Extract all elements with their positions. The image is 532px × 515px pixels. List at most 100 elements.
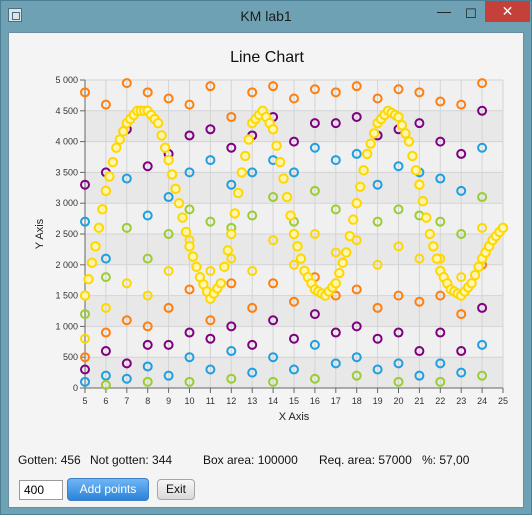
curve-point bbox=[431, 253, 443, 264]
x-tick-label: 9 bbox=[166, 396, 171, 406]
not-gotten-stat: Not gotten: 344 bbox=[90, 453, 173, 467]
x-tick-label: 14 bbox=[268, 396, 278, 406]
curve-point bbox=[233, 187, 244, 199]
x-tick-label: 18 bbox=[352, 396, 362, 406]
curve-point bbox=[173, 198, 185, 209]
x-tick-label: 25 bbox=[498, 396, 508, 406]
x-tick-label: 15 bbox=[289, 396, 299, 406]
y-tick-label: 0 bbox=[73, 383, 78, 393]
x-tick-label: 22 bbox=[435, 396, 445, 406]
y-tick-label: 4 000 bbox=[55, 137, 78, 147]
maximize-button[interactable]: ☐ bbox=[458, 5, 484, 23]
x-tick-label: 24 bbox=[477, 396, 487, 406]
curve-point bbox=[281, 191, 293, 203]
gotten-stat: Gotten: 456 bbox=[18, 453, 81, 467]
x-tick-label: 16 bbox=[310, 396, 320, 406]
curve-point bbox=[222, 245, 234, 256]
x-tick-label: 13 bbox=[247, 396, 257, 406]
x-tick-label: 21 bbox=[414, 396, 424, 406]
curve-point bbox=[170, 183, 181, 195]
curve-point bbox=[337, 257, 348, 268]
curve-point bbox=[184, 241, 195, 252]
exit-button[interactable]: Exit bbox=[157, 479, 195, 500]
curve-point bbox=[236, 167, 247, 178]
curve-point bbox=[295, 253, 307, 264]
curve-point bbox=[365, 138, 376, 149]
add-points-button[interactable]: Add points bbox=[67, 478, 149, 501]
curve-point bbox=[330, 278, 341, 289]
curve-point bbox=[348, 214, 359, 225]
minimize-button[interactable]: — bbox=[431, 4, 457, 23]
curve-point bbox=[393, 111, 404, 123]
title-bar[interactable]: KM lab1 — ☐ ✕ bbox=[1, 1, 531, 33]
curve-point bbox=[274, 156, 286, 168]
curve-point bbox=[497, 222, 509, 234]
curve-point bbox=[100, 185, 112, 197]
curve-point bbox=[114, 134, 126, 145]
curve-point bbox=[400, 128, 411, 139]
curve-point bbox=[421, 212, 432, 223]
curve-point bbox=[243, 134, 254, 145]
x-tick-label: 20 bbox=[393, 396, 403, 406]
curve-point bbox=[159, 142, 171, 153]
curve-point bbox=[285, 210, 296, 221]
y-tick-label: 5 000 bbox=[55, 75, 78, 85]
curve-point bbox=[361, 148, 373, 160]
curve-point bbox=[226, 228, 237, 240]
x-tick-label: 5 bbox=[82, 396, 87, 406]
y-axis-label: Y Axis bbox=[34, 218, 46, 249]
curve-point bbox=[334, 267, 345, 279]
curve-point bbox=[180, 226, 192, 238]
curve-point bbox=[473, 261, 484, 273]
curve-point bbox=[271, 140, 282, 151]
curve-point bbox=[403, 136, 415, 147]
curve-point bbox=[424, 228, 436, 240]
curve-point bbox=[288, 228, 300, 240]
y-tick-label: 3 500 bbox=[55, 167, 78, 177]
x-tick-label: 7 bbox=[124, 396, 129, 406]
curve-point bbox=[469, 269, 481, 281]
curve-point bbox=[191, 261, 202, 273]
x-tick-label: 11 bbox=[206, 396, 215, 406]
percent-stat: %: 57,00 bbox=[422, 453, 470, 467]
curve-point bbox=[163, 154, 174, 166]
curve-point bbox=[341, 247, 352, 258]
window-content: Line Chart 0 500 1 000 1 500 2 000 2 500 3 000… bbox=[8, 32, 524, 508]
curve-point bbox=[396, 119, 408, 131]
y-tick-label: 1 000 bbox=[55, 321, 78, 331]
curve-point bbox=[428, 241, 439, 252]
x-tick-label: 6 bbox=[103, 396, 108, 406]
box-area-stat: Box area: 100000 bbox=[203, 453, 298, 467]
curve-point bbox=[166, 169, 178, 180]
curve-point bbox=[107, 156, 119, 168]
curve-point bbox=[292, 241, 303, 252]
x-tick-label: 10 bbox=[184, 396, 194, 406]
curve-point bbox=[215, 278, 227, 289]
curve-point bbox=[267, 124, 279, 135]
curve-point bbox=[93, 222, 105, 234]
app-window: KM lab1 — ☐ ✕ Line Chart 0 500 1 000 1 500 2… bbox=[0, 0, 532, 515]
curve-point bbox=[351, 198, 362, 209]
curve-point bbox=[177, 212, 188, 223]
curve-point bbox=[118, 126, 129, 137]
curve-point bbox=[410, 165, 422, 176]
curve-point bbox=[466, 278, 477, 289]
x-tick-label: 8 bbox=[145, 396, 150, 406]
close-button[interactable]: ✕ bbox=[485, 1, 530, 22]
x-tick-label: 19 bbox=[373, 396, 383, 406]
y-tick-label: 3 000 bbox=[55, 198, 78, 208]
y-tick-label: 4 500 bbox=[55, 106, 78, 116]
curve-point bbox=[358, 165, 369, 176]
curve-point bbox=[187, 251, 199, 262]
x-tick-label: 23 bbox=[456, 396, 466, 406]
points-count-input[interactable] bbox=[19, 480, 63, 500]
req-area-stat: Req. area: 57000 bbox=[319, 453, 412, 467]
curve-point bbox=[79, 290, 91, 301]
curve-point bbox=[368, 128, 380, 139]
y-tick-label: 2 500 bbox=[55, 229, 78, 239]
curve-point bbox=[417, 195, 429, 207]
y-tick-label: 500 bbox=[63, 352, 78, 362]
curve-point bbox=[90, 241, 101, 252]
curve-point bbox=[354, 181, 366, 192]
curve-point bbox=[152, 117, 164, 129]
